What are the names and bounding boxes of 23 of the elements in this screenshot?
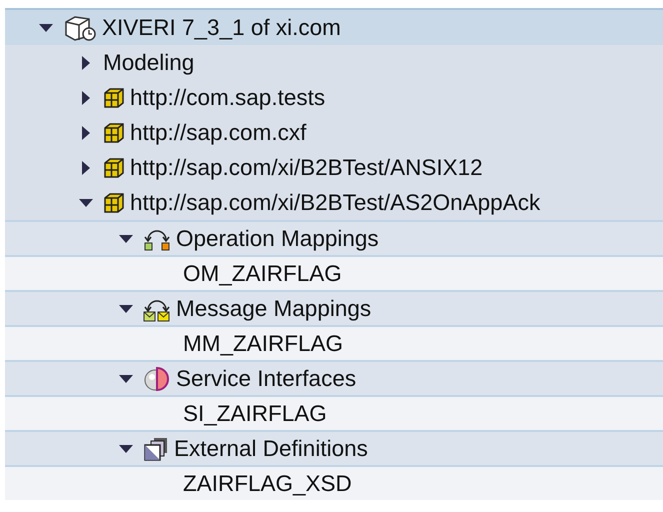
- documents-icon: [143, 436, 169, 462]
- collapse-icon[interactable]: [119, 374, 133, 382]
- tree-item[interactable]: OM_ZAIRFLAG: [183, 260, 342, 286]
- expand-icon[interactable]: [82, 160, 90, 174]
- expand-icon[interactable]: [82, 126, 90, 140]
- collapse-icon[interactable]: [119, 234, 133, 242]
- cube-icon: [103, 86, 125, 108]
- expand-icon[interactable]: [82, 56, 90, 70]
- component-icon: [63, 14, 97, 42]
- tree-item[interactable]: http://sap.com.cxf: [130, 120, 306, 146]
- tree-item[interactable]: Modeling: [103, 50, 194, 76]
- cube-icon: [103, 156, 125, 178]
- tree-item[interactable]: SI_ZAIRFLAG: [183, 400, 327, 426]
- cube-icon: [103, 122, 125, 144]
- collapse-icon[interactable]: [119, 304, 133, 312]
- collapse-icon[interactable]: [119, 444, 133, 452]
- cube-icon: [103, 192, 125, 214]
- collapse-icon[interactable]: [39, 24, 53, 32]
- sphere-icon: [143, 364, 171, 392]
- tree-item[interactable]: MM_ZAIRFLAG: [183, 330, 344, 356]
- expand-icon[interactable]: [82, 90, 90, 104]
- collapse-icon[interactable]: [79, 198, 93, 206]
- tree-item[interactable]: ZAIRFLAG_XSD: [183, 470, 352, 496]
